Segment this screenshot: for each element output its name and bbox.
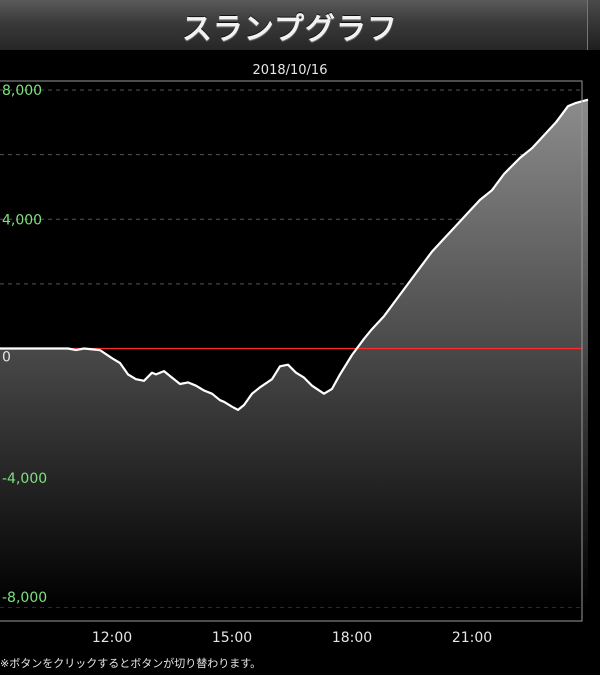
- title-bar: スランプグラフ: [0, 0, 600, 51]
- x-tick-label: 15:00: [212, 630, 252, 646]
- x-tick-label: 21:00: [452, 630, 492, 646]
- footnote: ※ボタンをクリックするとボタンが切り替わります。: [0, 657, 262, 670]
- x-tick-label: 18:00: [332, 630, 372, 646]
- x-tick-label: 12:00: [92, 630, 132, 646]
- page-title: スランプグラフ: [181, 12, 399, 47]
- slump-graph-chart: 2018/10/16 8,000 4,000 0 -4,000 -8,000 12:00…: [0, 50, 600, 650]
- title-bar-edge: [587, 0, 600, 50]
- chart-svg: 2018/10/16 8,000 4,000 0 -4,000 -8,000 12:00…: [0, 63, 589, 646]
- y-tick-label: 0: [2, 350, 11, 366]
- y-tick-label: -8,000: [2, 590, 47, 606]
- chart-date-title: 2018/10/16: [253, 63, 328, 78]
- x-tick-labels: 12:00 15:00 18:00 21:00: [92, 630, 492, 646]
- area-fill: [0, 99, 588, 607]
- y-tick-label: 8,000: [2, 83, 42, 99]
- y-tick-label: 4,000: [2, 212, 42, 228]
- y-tick-label: -4,000: [2, 471, 47, 487]
